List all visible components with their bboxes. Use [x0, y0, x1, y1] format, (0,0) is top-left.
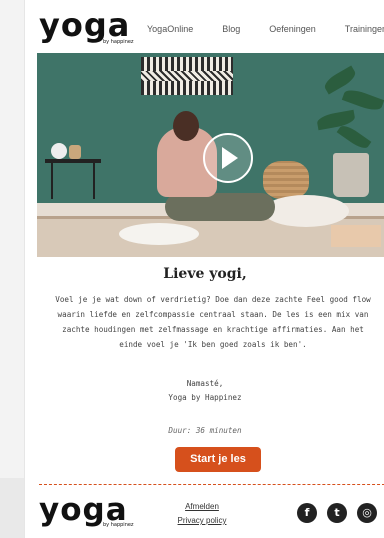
logo-subtitle: by happinez [103, 39, 134, 45]
sheepskin [119, 223, 199, 245]
duration: Duur: 36 minuten [168, 426, 242, 435]
logo[interactable]: yoga by happinez [39, 6, 134, 45]
vase [69, 145, 81, 159]
footer-logo-subtitle: by happinez [103, 522, 134, 528]
page-gutter [0, 0, 24, 538]
intro-text: Voel je je wat down of verdrietig? Doe d… [29, 292, 384, 352]
email-card: yoga by happinez YogaOnline Blog Oefenin… [24, 0, 384, 538]
closing: Namasté, Yoga by Happinez [25, 377, 384, 405]
footer-divider [39, 484, 384, 485]
fur-cushion [263, 195, 349, 227]
nav-blog[interactable]: Blog [222, 24, 240, 34]
start-lesson-button[interactable]: Start je les [175, 447, 261, 472]
intro-line: einde voel je 'Ik ben goed zoals ik ben'… [119, 340, 307, 349]
closing-greeting: Namasté, [186, 379, 224, 388]
footer-links: Afmelden Privacy policy [171, 500, 233, 528]
page-gutter-bottom [0, 478, 24, 538]
instagram-icon[interactable]: ◎ [357, 503, 377, 523]
vase [51, 143, 67, 159]
hero-video[interactable] [37, 53, 384, 257]
twitter-icon[interactable]: t [327, 503, 347, 523]
logo-text: yoga [39, 6, 131, 44]
pouf [263, 161, 309, 199]
plant-pot [333, 153, 369, 197]
main-nav: YogaOnline Blog Oefeningen Trainingen [147, 24, 384, 34]
play-button[interactable] [203, 133, 253, 183]
nav-oefeningen[interactable]: Oefeningen [269, 24, 316, 34]
nav-trainingen[interactable]: Trainingen [345, 24, 384, 34]
greeting: Lieve yogi, [163, 266, 247, 282]
nav-yogaonline[interactable]: YogaOnline [147, 24, 193, 34]
woman-head [173, 111, 199, 141]
intro-line: Voel je je wat down of verdrietig? Doe d… [55, 295, 371, 304]
closing-signature: Yoga by Happinez [168, 393, 242, 402]
wall-hanging-pattern [141, 71, 233, 81]
woman-legs [165, 193, 275, 221]
intro-line: waarin liefde en zelfcompassie centraal … [57, 310, 369, 319]
intro-line: zachte houdingen met zelfmassage en krac… [62, 325, 364, 334]
header: yoga by happinez YogaOnline Blog Oefenin… [25, 0, 384, 52]
play-icon [222, 147, 238, 169]
unsubscribe-link[interactable]: Afmelden [171, 500, 233, 514]
yoga-blocks [331, 225, 381, 247]
side-table-leg [93, 163, 95, 199]
facebook-icon[interactable]: f [297, 503, 317, 523]
side-table-leg [51, 163, 53, 199]
privacy-policy-link[interactable]: Privacy policy [171, 514, 233, 528]
footer-logo[interactable]: yoga by happinez [39, 494, 134, 528]
